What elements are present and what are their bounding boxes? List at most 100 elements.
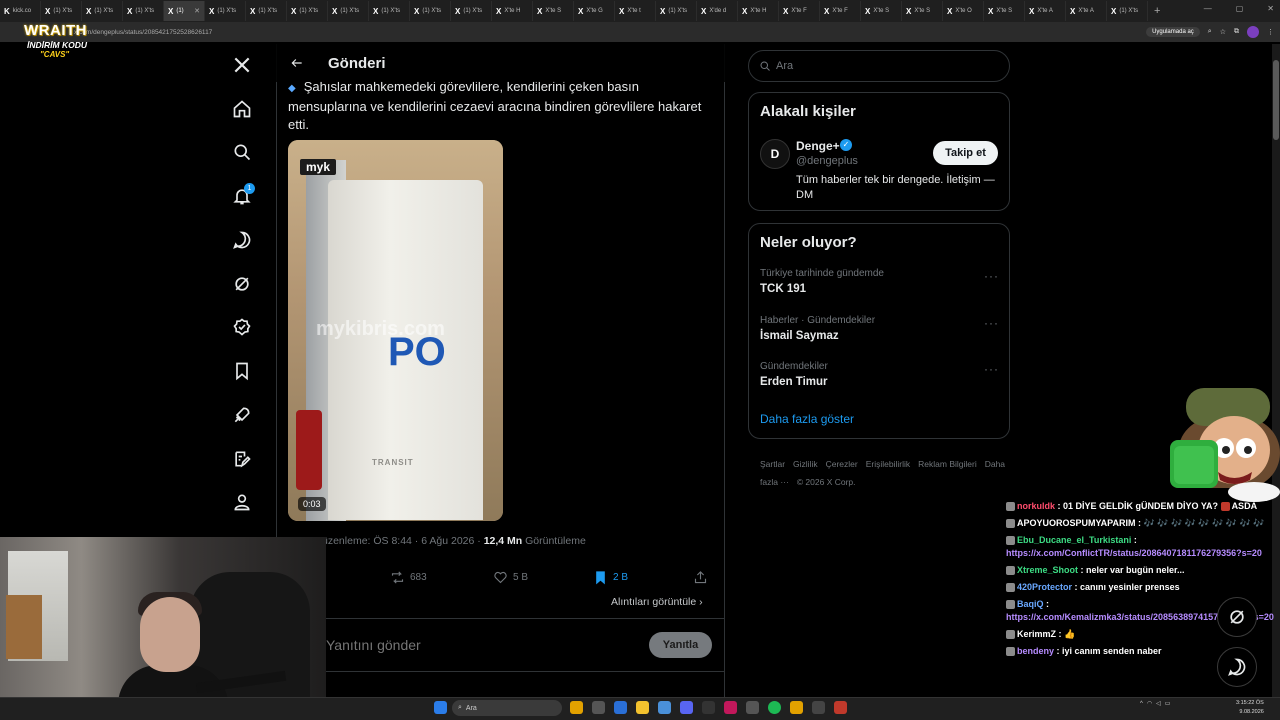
edge-icon[interactable] xyxy=(614,701,627,714)
trend-name[interactable]: Erden Timur xyxy=(760,376,828,388)
bookmarks-icon[interactable] xyxy=(228,357,256,385)
search-input[interactable] xyxy=(776,60,976,72)
chat-username[interactable]: 420Protector xyxy=(1017,582,1072,592)
messages-fab[interactable] xyxy=(1217,647,1257,687)
browser-tab[interactable]: X (1) X'ts xyxy=(328,1,369,21)
like-button[interactable]: 5 B xyxy=(493,570,528,585)
home-icon[interactable] xyxy=(228,95,256,123)
chat-username[interactable]: BaqiQ xyxy=(1017,599,1044,609)
browser-tab[interactable]: X (1) X'ts xyxy=(205,1,246,21)
browser-tab[interactable]: X X'te S xyxy=(984,1,1025,21)
profile-icon[interactable] xyxy=(228,488,256,516)
obs-icon[interactable] xyxy=(812,701,825,714)
close-tab-icon[interactable]: ✕ xyxy=(194,7,200,15)
browser-tab[interactable]: X X'te G xyxy=(574,1,615,21)
chat-link[interactable]: https://x.com/ConflictTR/status/20864071… xyxy=(1006,547,1276,560)
footer-link[interactable]: Şartlar xyxy=(760,459,785,469)
taskbar-clock[interactable]: 3:15:22 ÖS 9.08.2026 xyxy=(1236,699,1264,717)
grok-fab[interactable] xyxy=(1217,597,1257,637)
window-controls[interactable]: — ▢ ✕ xyxy=(1204,4,1274,13)
new-tab-button[interactable]: + xyxy=(1148,5,1166,17)
search-icon[interactable] xyxy=(228,138,256,166)
chat-username[interactable]: norkuldk xyxy=(1017,501,1055,511)
trend-name[interactable]: TCK 191 xyxy=(760,283,806,295)
show-more-link[interactable]: Daha fazla göster xyxy=(760,412,854,426)
bookmark-button[interactable]: 2 B xyxy=(593,570,628,585)
browser-menu-icon[interactable]: ⋮ xyxy=(1267,28,1274,36)
browser-tab[interactable]: X X'te H xyxy=(738,1,779,21)
maximize-icon[interactable]: ▢ xyxy=(1236,4,1244,13)
browser-tab[interactable]: Kkick.co xyxy=(0,1,41,21)
chat-username[interactable]: KerimmZ xyxy=(1017,629,1056,639)
browser-tab[interactable]: X (1) X'ts xyxy=(82,1,123,21)
browser-tab[interactable]: X X'te F xyxy=(779,1,820,21)
windows-start-icon[interactable] xyxy=(434,701,447,714)
chrome-icon-2[interactable] xyxy=(790,701,803,714)
chat-username[interactable]: APOYUOROSPUMYAPARIM xyxy=(1017,518,1136,528)
back-button[interactable] xyxy=(288,54,306,72)
account-name[interactable]: Denge+ xyxy=(796,139,840,153)
post-video[interactable]: PO mykibris.com myk TRANSIT 0:03 xyxy=(288,140,503,521)
jobs-rocket-icon[interactable] xyxy=(228,401,256,429)
browser-tab[interactable]: X X'te F xyxy=(820,1,861,21)
browser-tab[interactable]: X X'te A xyxy=(1066,1,1107,21)
browser-tab[interactable]: X (1) X'ts xyxy=(451,1,492,21)
reply-button[interactable]: Yanıtla xyxy=(649,632,712,658)
view-quotes-link[interactable]: Alıntıları görüntüle › xyxy=(611,596,703,608)
zoom-icon[interactable]: ⌕ xyxy=(1208,28,1212,36)
browser-tab[interactable]: X X'te O xyxy=(943,1,984,21)
account-handle[interactable]: @dengeplus xyxy=(796,155,858,167)
app-icon-13[interactable] xyxy=(834,701,847,714)
browser-tab[interactable]: X X'te H xyxy=(492,1,533,21)
x-logo-icon[interactable] xyxy=(228,51,256,79)
trend-more-icon[interactable]: ··· xyxy=(984,362,999,376)
grok-icon[interactable] xyxy=(228,270,256,298)
messages-icon[interactable] xyxy=(228,226,256,254)
browser-tab[interactable]: X X'te S xyxy=(533,1,574,21)
footer-link[interactable]: Erişilebilirlik xyxy=(866,459,910,469)
reply-input[interactable] xyxy=(326,637,626,653)
discord-icon[interactable] xyxy=(680,701,693,714)
account-avatar[interactable]: D xyxy=(760,139,790,169)
search-box[interactable] xyxy=(748,50,1010,82)
browser-tab[interactable]: X X'te S xyxy=(861,1,902,21)
trend-more-icon[interactable]: ··· xyxy=(984,316,999,330)
app-icon-7[interactable] xyxy=(702,701,715,714)
trend-name[interactable]: İsmail Saymaz xyxy=(760,330,839,342)
browser-tab[interactable]: X X'te t xyxy=(615,1,656,21)
app-icon-2[interactable] xyxy=(592,701,605,714)
app-icon-8[interactable] xyxy=(724,701,737,714)
browser-tab[interactable]: X (1) X'ts xyxy=(1107,1,1148,21)
app-icon-5[interactable] xyxy=(658,701,671,714)
browser-tab[interactable]: X X'te S xyxy=(902,1,943,21)
footer-link[interactable]: Gizlilik xyxy=(793,459,818,469)
repost-button[interactable]: 683 xyxy=(390,570,427,585)
url-field[interactable]: x.com/dengeplus/status/20854217525286261… xyxy=(74,29,212,36)
post-timestamp[interactable]: üzenleme: ÖS 8:44 · 6 Ağu 2026 · xyxy=(322,535,484,547)
taskbar-search[interactable]: ⌕ Ara xyxy=(452,700,562,716)
footer-link[interactable]: Reklam Bilgileri xyxy=(918,459,977,469)
footer-link[interactable]: © 2026 X Corp. xyxy=(797,477,856,487)
file-explorer-icon[interactable] xyxy=(636,701,649,714)
chat-username[interactable]: bendeny xyxy=(1017,646,1054,656)
share-button[interactable] xyxy=(693,570,708,585)
open-in-app-button[interactable]: Uygulamada aç xyxy=(1146,27,1200,37)
app-icon-9[interactable] xyxy=(746,701,759,714)
browser-tab[interactable]: X X'te A xyxy=(1025,1,1066,21)
browser-tab[interactable]: X (1) X'ts xyxy=(41,1,82,21)
verified-orgs-icon[interactable] xyxy=(228,313,256,341)
follow-button[interactable]: Takip et xyxy=(933,141,998,165)
trend-more-icon[interactable]: ··· xyxy=(984,269,999,283)
chat-username[interactable]: Xtreme_Shoot xyxy=(1017,565,1078,575)
close-window-icon[interactable]: ✕ xyxy=(1267,4,1274,13)
browser-tab[interactable]: X (1) ✕ xyxy=(164,1,205,21)
extensions-icon[interactable]: ⧉ xyxy=(1234,28,1239,36)
browser-tab[interactable]: X (1) X'ts xyxy=(369,1,410,21)
browser-tab[interactable]: X (1) X'ts xyxy=(246,1,287,21)
browser-tab[interactable]: X (1) X'ts xyxy=(287,1,328,21)
browser-tab[interactable]: X X'de d xyxy=(697,1,738,21)
footer-link[interactable]: Çerezler xyxy=(826,459,858,469)
browser-tab[interactable]: X (1) X'ts xyxy=(410,1,451,21)
chat-username[interactable]: Ebu_Ducane_el_Turkistani xyxy=(1017,535,1131,545)
premium-edit-icon[interactable] xyxy=(228,445,256,473)
